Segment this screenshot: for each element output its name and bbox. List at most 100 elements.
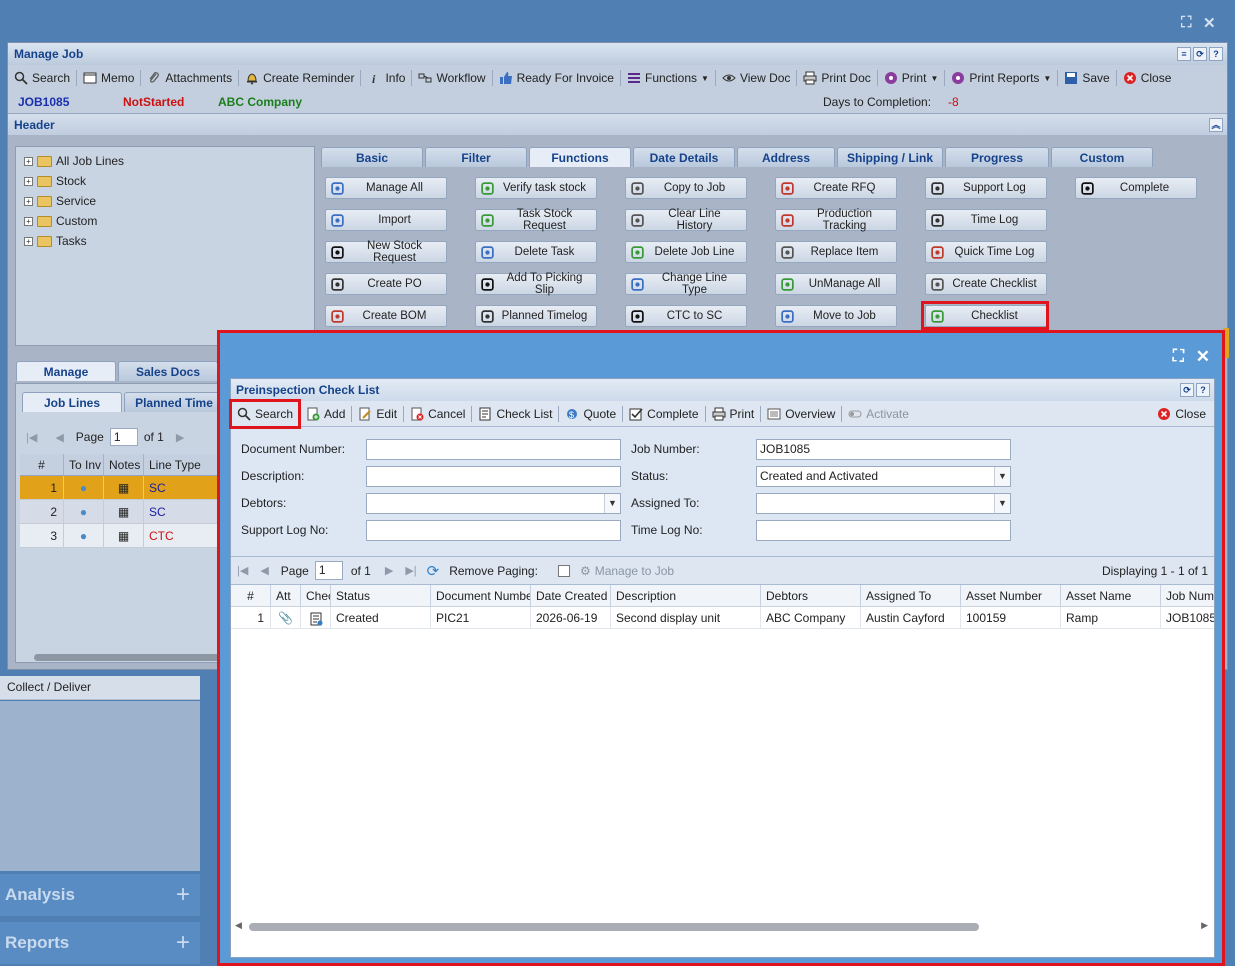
tree-node[interactable]: + Stock — [24, 171, 306, 191]
quote-button[interactable]: $ Quote — [559, 407, 622, 421]
column-header[interactable]: Asset Number — [961, 585, 1061, 606]
collapse-icon[interactable]: ︽ — [1209, 118, 1223, 132]
info-button[interactable]: i Info — [361, 71, 411, 85]
column-header[interactable]: Asset Name — [1061, 585, 1161, 606]
maximize-icon[interactable]: ⛶ — [1173, 348, 1184, 366]
collect-deliver-item[interactable]: Collect / Deliver — [0, 676, 200, 700]
column-header[interactable]: To Inv — [64, 454, 104, 475]
column-header[interactable]: Notes — [104, 454, 144, 475]
paperclip-icon[interactable]: 📎 — [271, 607, 301, 628]
overview-button[interactable]: Overview — [761, 407, 841, 421]
notes-icon[interactable]: ▦ — [104, 500, 144, 523]
close-icon[interactable]: ✕ — [1196, 347, 1210, 367]
function-button-task-stock-request[interactable]: Task Stock Request — [475, 208, 597, 232]
tab-basic[interactable]: Basic — [321, 147, 423, 167]
function-button-delete-task[interactable]: Delete Task — [475, 241, 597, 263]
function-button-clear-line-history[interactable]: Clear Line History — [625, 208, 747, 232]
table-row[interactable]: 2 ● ▦ SC — [20, 500, 220, 524]
close-icon[interactable]: ✕ — [1203, 14, 1216, 32]
prev-page-icon[interactable]: ◀ — [260, 564, 268, 577]
add-button[interactable]: Add — [300, 407, 351, 421]
scroll-right-icon[interactable]: ▶ — [1201, 920, 1208, 931]
save-button[interactable]: Save — [1058, 71, 1115, 85]
ready-for-invoice-button[interactable]: Ready For Invoice — [493, 71, 620, 85]
tab-filter[interactable]: Filter — [425, 147, 527, 167]
activate-button[interactable]: Activate — [842, 407, 915, 421]
next-page-icon[interactable]: ▶ — [385, 564, 393, 577]
checklist-icon[interactable] — [301, 607, 331, 628]
tree-node[interactable]: + Service — [24, 191, 306, 211]
cancel-button[interactable]: Cancel — [404, 407, 471, 421]
function-button-verify-task-stock[interactable]: Verify task stock — [475, 177, 597, 199]
function-button-support-log[interactable]: Support Log — [925, 177, 1047, 199]
tab-functions[interactable]: Functions — [529, 147, 631, 167]
function-button-create-rfq[interactable]: Create RFQ — [775, 177, 897, 199]
notes-icon[interactable]: ▦ — [104, 476, 144, 499]
tab-shipping-link[interactable]: Shipping / Link — [837, 147, 943, 167]
expand-icon[interactable]: + — [24, 236, 33, 246]
function-button-replace-item[interactable]: Replace Item — [775, 241, 897, 263]
function-button-manage-all[interactable]: Manage All — [325, 177, 447, 199]
print-button[interactable]: Print — [706, 407, 761, 421]
page-input[interactable]: 1 — [314, 561, 343, 580]
horizontal-scrollbar[interactable] — [34, 654, 224, 661]
function-button-quick-time-log[interactable]: Quick Time Log — [925, 241, 1047, 263]
column-header[interactable]: Document Number — [431, 585, 531, 606]
view-doc-button[interactable]: View Doc — [716, 71, 796, 85]
column-header[interactable]: Date Created — [531, 585, 611, 606]
chevron-down-icon[interactable]: ▼ — [604, 494, 620, 513]
column-header[interactable]: Job Numb — [1161, 585, 1214, 606]
check-list-button[interactable]: Check List — [472, 407, 558, 421]
column-header[interactable]: Chec — [301, 585, 331, 606]
scroll-left-icon[interactable]: ◀ — [235, 920, 242, 931]
last-page-icon[interactable]: ▶| — [405, 564, 416, 577]
expand-icon[interactable]: + — [24, 196, 33, 206]
column-header[interactable]: Line Type — [144, 454, 220, 475]
function-button-import[interactable]: Import — [325, 209, 447, 231]
print-menu-button[interactable]: Print ▼ — [878, 71, 945, 85]
function-button-create-bom[interactable]: Create BOM — [325, 305, 447, 327]
edit-button[interactable]: Edit — [352, 407, 403, 421]
function-button-copy-to-job[interactable]: Copy to Job — [625, 177, 747, 199]
expand-icon[interactable]: + — [24, 176, 33, 186]
column-header[interactable]: Description — [611, 585, 761, 606]
complete-button[interactable]: Complete — [623, 407, 704, 421]
chevron-down-icon[interactable]: ▼ — [994, 494, 1010, 513]
help-icon[interactable]: ? — [1209, 47, 1223, 61]
description-field[interactable] — [366, 466, 621, 487]
tab-custom[interactable]: Custom — [1051, 147, 1153, 167]
tree-node[interactable]: + Tasks — [24, 231, 306, 251]
help-icon[interactable]: ? — [1196, 383, 1210, 397]
create-reminder-button[interactable]: Create Reminder — [239, 71, 360, 85]
next-page-icon[interactable]: ▶ — [176, 431, 184, 444]
prev-page-icon[interactable]: ◀ — [55, 431, 63, 444]
tree-node[interactable]: + Custom — [24, 211, 306, 231]
time-log-field[interactable] — [756, 520, 1011, 541]
refresh-icon[interactable]: ⟳ — [1193, 47, 1207, 61]
notes-icon[interactable]: ▦ — [104, 524, 144, 547]
refresh-icon[interactable]: ⟳ — [1180, 383, 1194, 397]
refresh-icon[interactable]: ⟳ — [427, 562, 440, 580]
column-header[interactable]: # — [231, 585, 271, 606]
functions-menu-button[interactable]: Functions ▼ — [621, 71, 715, 85]
function-button-create-checklist[interactable]: Create Checklist — [925, 273, 1047, 295]
maximize-icon[interactable]: ⛶ — [1181, 14, 1192, 31]
print-reports-button[interactable]: Print Reports ▼ — [945, 71, 1057, 85]
job-number-field[interactable]: JOB1085 — [756, 439, 1011, 460]
list-icon[interactable]: ≡ — [1177, 47, 1191, 61]
plus-icon[interactable]: + — [176, 922, 190, 964]
function-button-change-line-type[interactable]: Change Line Type — [625, 272, 747, 296]
assigned-to-select[interactable]: ▼ — [756, 493, 1011, 514]
support-log-field[interactable] — [366, 520, 621, 541]
column-header[interactable]: # — [20, 454, 64, 475]
tab-job-lines[interactable]: Job Lines — [22, 392, 122, 412]
function-button-time-log[interactable]: Time Log — [925, 209, 1047, 231]
memo-button[interactable]: Memo — [77, 71, 140, 85]
function-button-new-stock-request[interactable]: New Stock Request — [325, 240, 447, 264]
expand-icon[interactable]: + — [24, 216, 33, 226]
sidebar-analysis[interactable]: Analysis + — [0, 874, 200, 916]
attachments-button[interactable]: Attachments — [141, 71, 238, 85]
function-button-planned-timelog[interactable]: Planned Timelog — [475, 305, 597, 327]
function-button-production-tracking[interactable]: Production Tracking — [775, 208, 897, 232]
debtors-select[interactable]: ▼ — [366, 493, 621, 514]
